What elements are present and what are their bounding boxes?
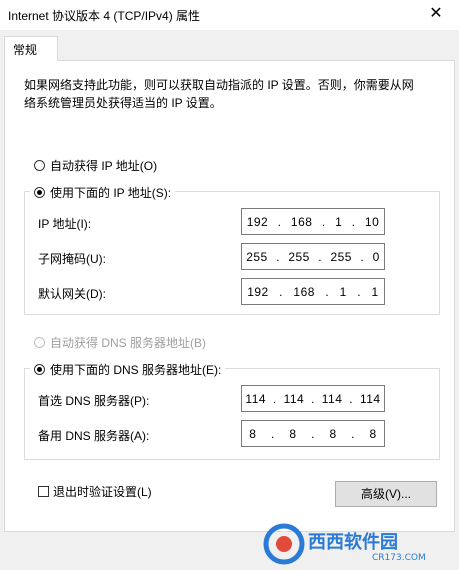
octet: 1 — [371, 284, 379, 299]
ip-address-label: IP 地址(I): — [38, 217, 92, 231]
octet: 114 — [359, 391, 381, 406]
svg-text:CR173.COM: CR173.COM — [372, 553, 426, 563]
alternate-dns-input[interactable]: 8. 8. 8. 8 — [241, 420, 385, 447]
radio-ip-auto-label: 自动获得 IP 地址(O) — [50, 159, 158, 173]
radio-dns-auto-indicator — [34, 337, 45, 348]
octet: 8 — [369, 426, 377, 441]
octet: 1 — [339, 284, 347, 299]
octet: 114 — [321, 391, 343, 406]
preferred-dns-label: 首选 DNS 服务器(P): — [38, 394, 150, 408]
close-icon[interactable]: ✕ — [413, 0, 459, 30]
subnet-mask-input[interactable]: 255. 255. 255. 0 — [241, 243, 385, 270]
watermark-logo: 西西软件园 CR173.COM — [262, 522, 452, 566]
octet: 114 — [245, 391, 267, 406]
radio-dns-manual-indicator — [34, 364, 45, 375]
octet: 10 — [364, 214, 380, 229]
tab-general[interactable]: 常规 — [4, 36, 58, 61]
tab-general-label: 常规 — [13, 43, 38, 57]
radio-dns-manual-label: 使用下面的 DNS 服务器地址(E): — [50, 363, 222, 377]
gateway-label: 默认网关(D): — [38, 287, 106, 301]
validate-checkbox[interactable]: 退出时验证设置(L) — [38, 483, 152, 500]
description-text: 如果网络支持此功能，则可以获取自动指派的 IP 设置。否则，你需要从网络系统管理… — [24, 78, 414, 110]
octet: 0 — [372, 249, 380, 264]
octet: 168 — [293, 284, 315, 299]
octet: 8 — [329, 426, 337, 441]
radio-ip-manual-label: 使用下面的 IP 地址(S): — [50, 186, 172, 200]
preferred-dns-input[interactable]: 114. 114. 114. 114 — [241, 385, 385, 412]
subnet-mask-label: 子网掩码(U): — [38, 252, 106, 266]
radio-dns-manual[interactable]: 使用下面的 DNS 服务器地址(E): — [30, 361, 226, 378]
ip-address-input[interactable]: 192. 168. 1. 10 — [241, 208, 385, 235]
octet: 8 — [289, 426, 297, 441]
radio-ip-manual-indicator — [34, 187, 45, 198]
radio-dns-auto-label: 自动获得 DNS 服务器地址(B) — [50, 336, 207, 350]
octet: 168 — [290, 214, 313, 229]
radio-ip-manual[interactable]: 使用下面的 IP 地址(S): — [30, 184, 176, 201]
octet: 1 — [335, 214, 343, 229]
radio-dns-auto[interactable]: 自动获得 DNS 服务器地址(B) — [34, 334, 206, 351]
gateway-input[interactable]: 192. 168. 1. 1 — [241, 278, 385, 305]
alternate-dns-label: 备用 DNS 服务器(A): — [38, 429, 150, 443]
radio-ip-auto[interactable]: 自动获得 IP 地址(O) — [34, 157, 157, 174]
octet: 255 — [330, 249, 352, 264]
octet: 114 — [283, 391, 305, 406]
window-title: Internet 协议版本 4 (TCP/IPv4) 属性 — [8, 9, 201, 23]
validate-checkbox-label: 退出时验证设置(L) — [53, 485, 152, 499]
checkbox-indicator — [38, 486, 49, 497]
svg-text:西西软件园: 西西软件园 — [308, 531, 398, 553]
title-bar: Internet 协议版本 4 (TCP/IPv4) 属性 ✕ — [0, 0, 459, 30]
octet: 192 — [247, 284, 269, 299]
octet: 8 — [249, 426, 257, 441]
octet: 192 — [246, 214, 269, 229]
octet: 255 — [288, 249, 310, 264]
octet: 255 — [246, 249, 268, 264]
radio-ip-auto-indicator — [34, 160, 45, 171]
advanced-button[interactable]: 高级(V)... — [335, 481, 437, 507]
